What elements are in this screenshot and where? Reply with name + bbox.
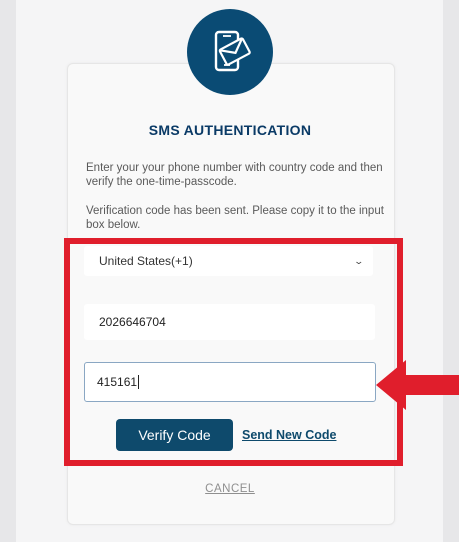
code-sent-message: Verification code has been sent. Please …	[86, 205, 384, 231]
red-arrow-icon	[376, 360, 459, 410]
sms-envelope-icon	[187, 9, 273, 95]
instructions-text: Enter your your phone number with countr…	[86, 162, 383, 188]
page-title: SMS AUTHENTICATION	[148, 122, 312, 138]
red-highlight-box	[64, 238, 403, 466]
cancel-link[interactable]: CANCEL	[67, 483, 393, 495]
